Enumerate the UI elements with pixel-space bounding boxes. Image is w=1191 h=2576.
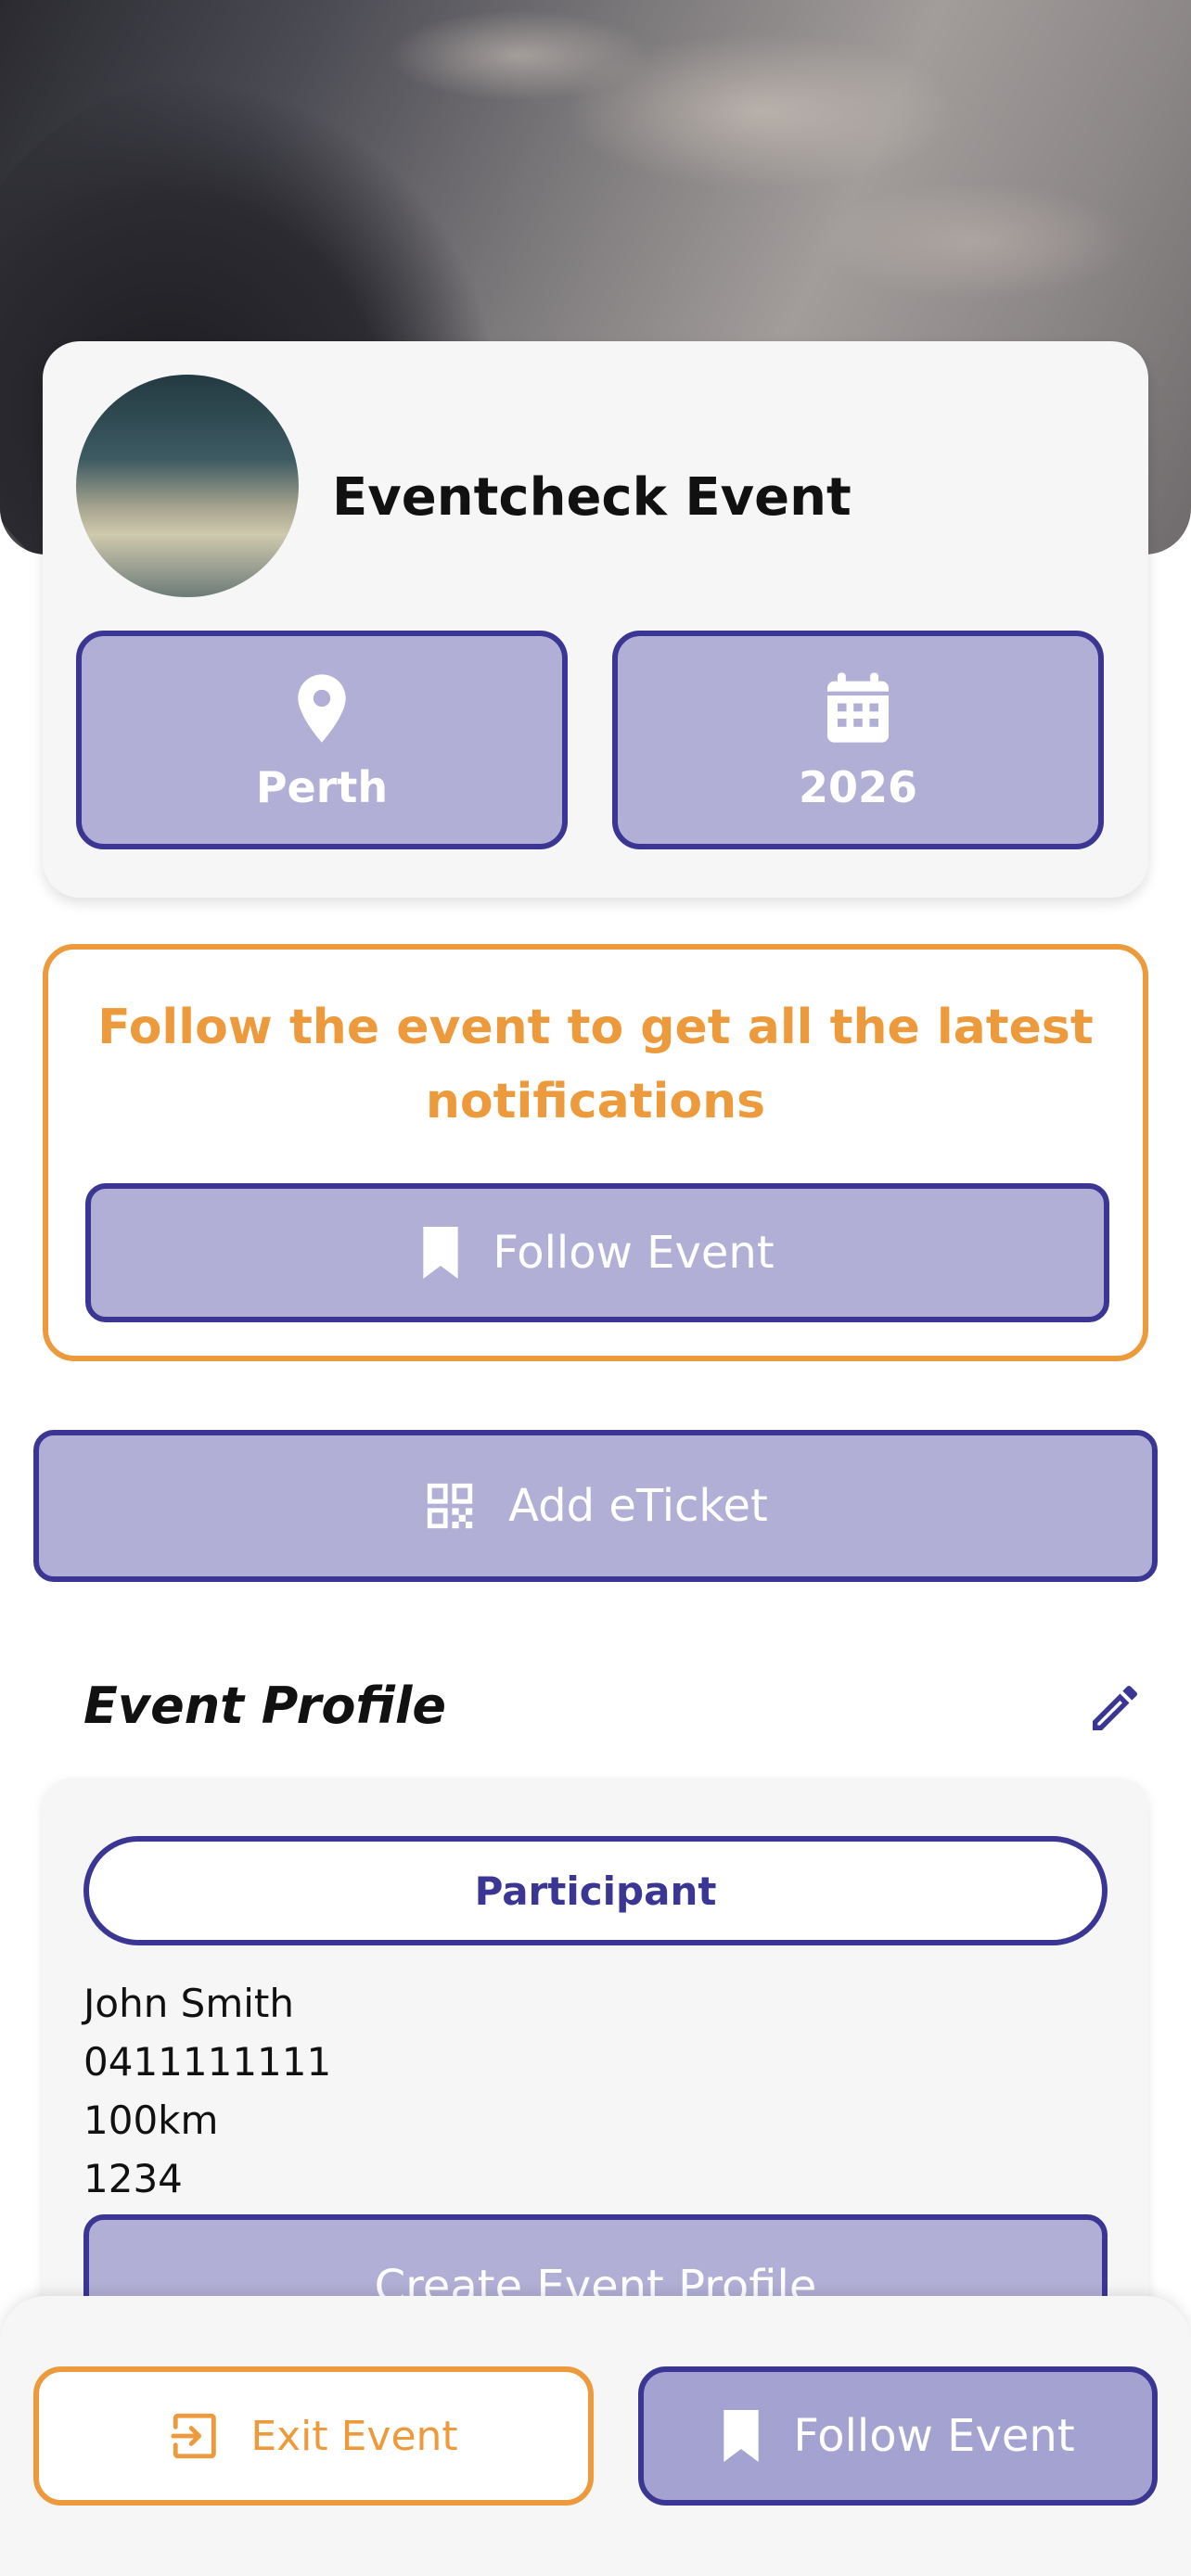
bottom-follow-event-label: Follow Event — [793, 2410, 1075, 2462]
location-label: Perth — [255, 762, 389, 812]
qr-code-icon — [427, 1483, 473, 1529]
edit-pencil-icon[interactable] — [1085, 1678, 1145, 1738]
bottom-action-bar: Exit Event Follow Event — [0, 2296, 1191, 2576]
follow-prompt-card: Follow the event to get all the latest n… — [43, 944, 1148, 1361]
follow-event-label: Follow Event — [493, 1227, 775, 1279]
exit-icon — [171, 2413, 217, 2459]
exit-event-label: Exit Event — [250, 2412, 458, 2460]
profile-name: John Smith — [83, 1981, 295, 2026]
follow-event-button[interactable]: Follow Event — [85, 1183, 1109, 1322]
date-tile[interactable]: 2026 — [612, 631, 1104, 849]
bookmark-icon — [423, 1227, 458, 1279]
event-title: Eventcheck Event — [332, 467, 852, 528]
profile-phone: 0411111111 — [83, 2039, 332, 2085]
event-profile-card: Participant John Smith 0411111111 100km … — [43, 1779, 1148, 2335]
event-profile-title: Event Profile — [83, 1677, 447, 1735]
profile-distance: 100km — [83, 2098, 219, 2143]
event-avatar — [76, 375, 299, 597]
bottom-follow-event-button[interactable]: Follow Event — [638, 2366, 1158, 2506]
participant-badge: Participant — [83, 1836, 1108, 1945]
year-label: 2026 — [798, 762, 918, 812]
add-eticket-button[interactable]: Add eTicket — [33, 1430, 1158, 1582]
profile-number: 1234 — [83, 2156, 183, 2201]
calendar-icon — [827, 672, 889, 743]
add-eticket-label: Add eTicket — [508, 1480, 768, 1532]
location-tile[interactable]: Perth — [76, 631, 568, 849]
location-pin-icon — [298, 674, 346, 743]
event-header-card: Eventcheck Event Perth 2026 — [43, 341, 1148, 898]
exit-event-button[interactable]: Exit Event — [33, 2366, 594, 2506]
follow-prompt-text: Follow the event to get all the latest n… — [97, 1000, 1094, 1129]
bookmark-icon — [724, 2410, 759, 2462]
